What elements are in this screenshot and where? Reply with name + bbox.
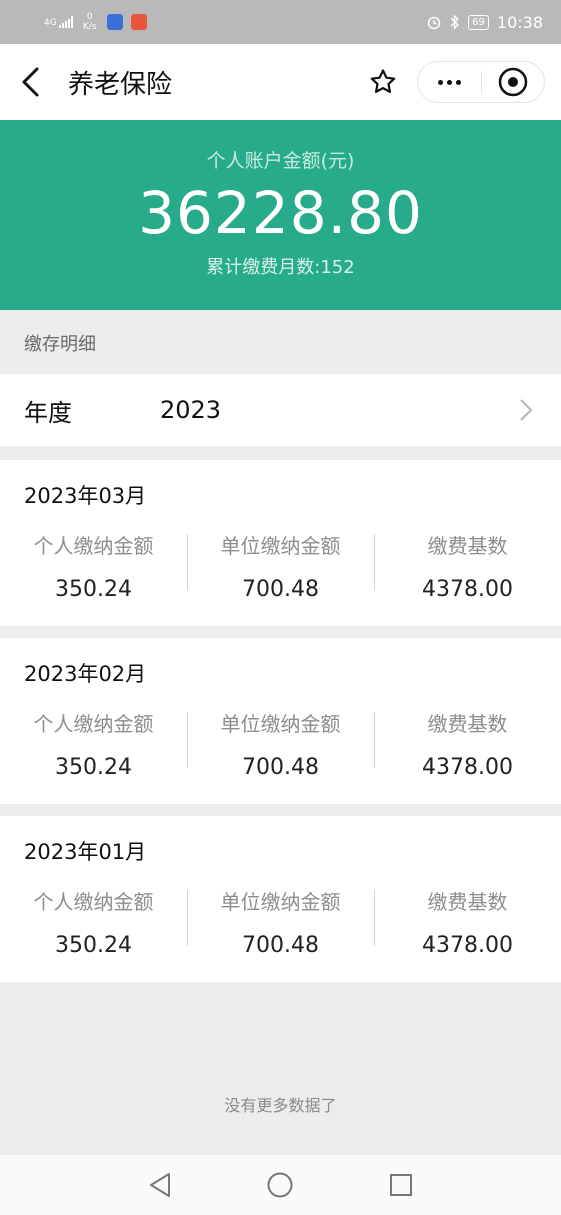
account-summary: 个人账户金额(元) 36228.80 累计缴费月数:152 bbox=[0, 120, 561, 310]
signal-indicator: 4G bbox=[44, 16, 73, 28]
shopping-app-icon bbox=[130, 14, 147, 30]
no-more-data-text: 没有更多数据了 bbox=[224, 1096, 337, 1115]
chevron-left-icon bbox=[22, 67, 39, 97]
back-button[interactable] bbox=[20, 64, 50, 100]
employer-amount-value: 700.48 bbox=[242, 755, 319, 780]
employer-amount-header: 单位缴纳金额 bbox=[220, 890, 341, 914]
system-navigation-bar bbox=[0, 1155, 561, 1215]
payment-base-header: 缴费基数 bbox=[427, 534, 508, 558]
year-value: 2023 bbox=[160, 396, 222, 424]
square-recents-icon bbox=[389, 1174, 412, 1196]
payment-months: 累计缴费月数:152 bbox=[206, 257, 355, 278]
record-month: 2023年02月 bbox=[24, 662, 147, 686]
battery-icon: 69 bbox=[468, 14, 489, 30]
employer-amount-header: 单位缴纳金额 bbox=[220, 534, 341, 558]
personal-amount-value: 350.24 bbox=[55, 755, 132, 780]
personal-amount-value: 350.24 bbox=[55, 933, 132, 958]
alarm-icon bbox=[427, 16, 441, 30]
star-icon bbox=[370, 69, 396, 93]
nav-recents-button[interactable] bbox=[381, 1165, 421, 1205]
employer-amount-value: 700.48 bbox=[242, 933, 319, 958]
payment-record: 2023年02月 个人缴纳金额 350.24 单位缴纳金额 700.48 缴费基数 4… bbox=[0, 638, 561, 804]
account-balance-label: 个人账户金额(元) bbox=[206, 150, 355, 172]
nav-home-button[interactable] bbox=[260, 1165, 300, 1205]
more-dots-icon bbox=[437, 79, 443, 85]
more-button[interactable] bbox=[418, 79, 481, 85]
section-title: 缴存明细 bbox=[24, 334, 96, 355]
payment-record: 2023年03月 个人缴纳金额 350.24 单位缴纳金额 700.48 缴费基数 4… bbox=[0, 460, 561, 626]
triangle-back-icon bbox=[150, 1173, 171, 1197]
target-icon bbox=[498, 67, 527, 97]
bluetooth-icon bbox=[450, 14, 460, 30]
signal-icon bbox=[58, 16, 73, 28]
payment-base-value: 4378.00 bbox=[422, 755, 513, 780]
personal-amount-header: 个人缴纳金额 bbox=[33, 890, 154, 914]
mini-program-capsule bbox=[417, 61, 545, 103]
employer-amount-value: 700.48 bbox=[242, 577, 319, 602]
close-mini-program-button[interactable] bbox=[482, 67, 545, 97]
account-balance-amount: 36228.80 bbox=[138, 179, 423, 247]
personal-amount-header: 个人缴纳金额 bbox=[33, 712, 154, 736]
personal-amount-value: 350.24 bbox=[55, 577, 132, 602]
year-selector[interactable]: 年度 2023 bbox=[0, 374, 561, 446]
nav-back-button[interactable] bbox=[140, 1165, 180, 1205]
status-bar: 4G 0 K/s 69 10:38 bbox=[0, 0, 561, 44]
payment-base-header: 缴费基数 bbox=[427, 712, 508, 736]
payment-record: 2023年01月 个人缴纳金额 350.24 单位缴纳金额 700.48 缴费基数 4… bbox=[0, 816, 561, 982]
record-month: 2023年03月 bbox=[24, 484, 147, 508]
year-label: 年度 bbox=[24, 398, 72, 427]
employer-amount-header: 单位缴纳金额 bbox=[220, 712, 341, 736]
record-month: 2023年01月 bbox=[24, 840, 147, 864]
page-title: 养老保险 bbox=[68, 69, 173, 100]
title-bar: 养老保险 bbox=[0, 44, 561, 120]
clock: 10:38 bbox=[496, 12, 543, 32]
app-notification-icon bbox=[106, 14, 123, 30]
record-list: 2023年03月 个人缴纳金额 350.24 单位缴纳金额 700.48 缴费基数 4… bbox=[0, 460, 561, 982]
payment-base-value: 4378.00 bbox=[422, 577, 513, 602]
personal-amount-header: 个人缴纳金额 bbox=[33, 534, 154, 558]
payment-base-header: 缴费基数 bbox=[427, 890, 508, 914]
circle-home-icon bbox=[267, 1172, 293, 1198]
network-type: 4G bbox=[44, 18, 57, 28]
payment-base-value: 4378.00 bbox=[422, 933, 513, 958]
network-speed: 0 K/s bbox=[82, 12, 97, 32]
favorite-button[interactable] bbox=[363, 62, 403, 102]
chevron-right-icon bbox=[520, 399, 533, 421]
